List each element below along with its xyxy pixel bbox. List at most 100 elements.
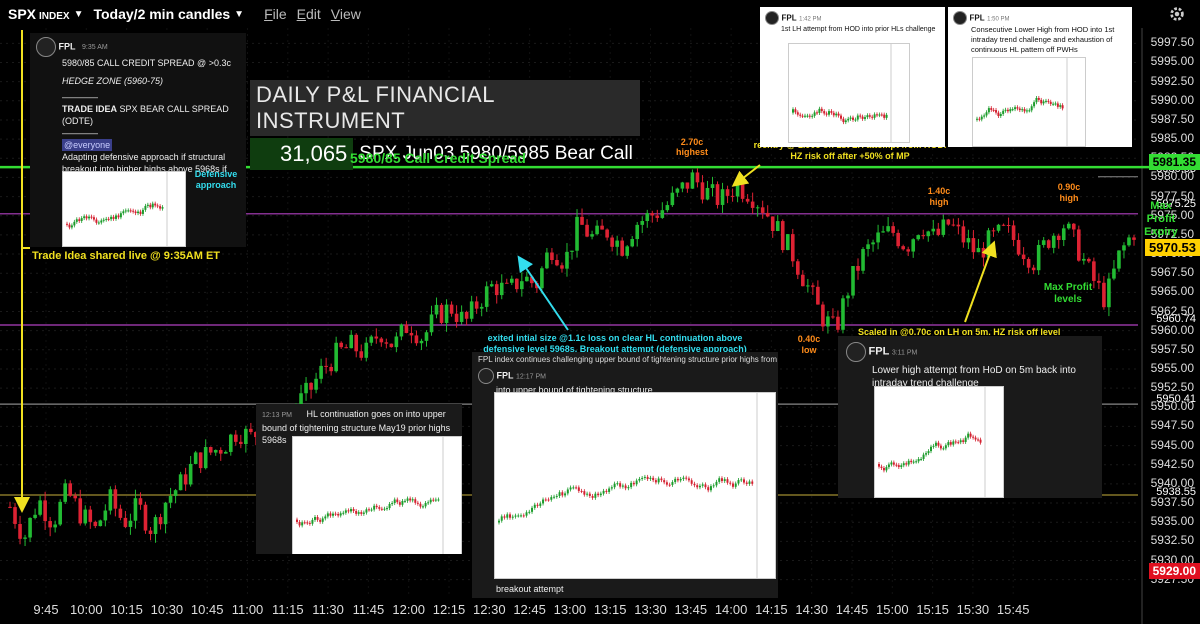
menu-edit[interactable]: Edit <box>297 6 321 22</box>
candle-body <box>760 207 765 213</box>
thumb-candle <box>978 118 981 120</box>
candle-body <box>98 520 103 527</box>
candle-body <box>981 247 986 258</box>
thumb-candle <box>882 467 885 471</box>
candle-body <box>906 249 910 252</box>
thumb-candle <box>976 118 978 120</box>
mention[interactable]: @everyone <box>62 139 113 151</box>
y-tick-label: 5947.50 <box>1150 418 1194 433</box>
thumb-candle <box>751 481 754 484</box>
thumb-candle <box>594 493 597 498</box>
thumb-candle <box>117 215 120 218</box>
candle-body <box>218 450 223 454</box>
candle-body <box>1107 278 1111 308</box>
candle-body <box>414 335 419 344</box>
thumb-candle <box>910 460 913 463</box>
gear-icon[interactable] <box>1168 5 1186 23</box>
candle-body <box>158 517 163 525</box>
thumb-candle <box>668 484 671 486</box>
candle-body <box>1001 224 1006 226</box>
symbol-selector[interactable]: SPX INDEX <box>8 6 70 22</box>
thumb-candle <box>740 479 743 481</box>
thumb-candle <box>509 514 512 518</box>
thumb-candle <box>847 118 850 121</box>
thumb-candle <box>652 477 655 481</box>
thumb-candle <box>707 487 710 491</box>
candle-body <box>319 365 323 379</box>
thumb-candle <box>1014 107 1017 110</box>
card-footer: breakout attempt <box>496 584 564 594</box>
symbol-dropdown-icon[interactable]: ▼ <box>74 9 84 20</box>
candle-body <box>213 450 218 453</box>
candle-body <box>1127 237 1131 246</box>
candle-body <box>364 342 369 358</box>
scaled-arrow <box>964 240 997 323</box>
pnl-banner: DAILY P&L FINANCIAL INSTRUMENT 31,065 SP… <box>250 80 640 170</box>
menu-view[interactable]: View <box>331 6 361 22</box>
card-time: 1:50 PM <box>987 16 1010 23</box>
thumb-candle <box>799 114 802 116</box>
thumb-candle <box>80 218 83 221</box>
thumb-candle <box>685 477 688 479</box>
candle-body <box>23 537 27 539</box>
candle-body <box>449 304 454 314</box>
menu-file[interactable]: File <box>264 6 287 22</box>
thumb-candle <box>720 478 723 482</box>
candle-body <box>434 304 439 315</box>
thumb-candle <box>577 487 580 491</box>
y-tick-label: 5967.50 <box>1150 265 1194 280</box>
thumb-candle <box>999 113 1002 117</box>
timeframe-selector[interactable]: Today/2 min candles <box>93 6 230 22</box>
candle-body <box>1077 229 1081 261</box>
candle-body <box>645 213 650 222</box>
thumb-candle <box>334 513 337 515</box>
thumb-candle <box>690 480 693 484</box>
defensive-label: Defensive approach <box>194 169 238 190</box>
thumb-candle <box>542 499 545 504</box>
candle-body <box>53 524 57 528</box>
candle-body <box>1082 258 1086 261</box>
candle-body <box>695 172 700 183</box>
candle-body <box>63 483 67 502</box>
pnl-value: 31,065 <box>250 138 354 170</box>
thumb-candle <box>811 115 814 117</box>
candle-body <box>851 265 855 296</box>
thumb-candle <box>745 482 748 484</box>
thumb-candle <box>409 498 412 501</box>
thumb-candle <box>737 480 740 484</box>
candle-body <box>409 332 414 336</box>
x-tick-label: 14:45 <box>835 602 869 617</box>
candle-body <box>826 316 830 327</box>
thumb-candle <box>533 504 536 508</box>
card-time: 12:13 PM <box>262 412 292 419</box>
thumb-candle <box>141 209 144 214</box>
candle-body <box>1061 228 1066 241</box>
thumb-candle <box>619 483 622 487</box>
card-thumbnail <box>972 57 1086 147</box>
thumb-candle <box>127 210 130 212</box>
thumb-candle <box>624 485 627 489</box>
timeframe-dropdown-icon[interactable]: ▼ <box>234 9 244 20</box>
candle-body <box>113 489 118 509</box>
thumb-candle <box>832 112 835 116</box>
thumb-candle <box>370 509 373 511</box>
candle-body <box>590 234 594 237</box>
thumb-candle <box>878 464 880 467</box>
candle-body <box>379 338 384 343</box>
candle-body <box>188 463 193 485</box>
candle-body <box>780 221 785 251</box>
candle-body <box>1006 224 1011 226</box>
thumb-candle <box>73 221 76 226</box>
thumb-candle <box>907 460 910 465</box>
candle-body <box>585 224 589 237</box>
thumb-candle <box>401 500 404 505</box>
candle-body <box>785 234 790 251</box>
thumb-candle <box>88 216 91 219</box>
thumb-candle <box>687 478 690 481</box>
thumb-bg <box>875 387 1003 497</box>
thumb-candle <box>987 108 990 113</box>
thumb-candle <box>701 484 704 486</box>
thumb-candle <box>414 499 417 503</box>
thumb-candle <box>1002 110 1005 114</box>
candle-body <box>43 500 47 522</box>
